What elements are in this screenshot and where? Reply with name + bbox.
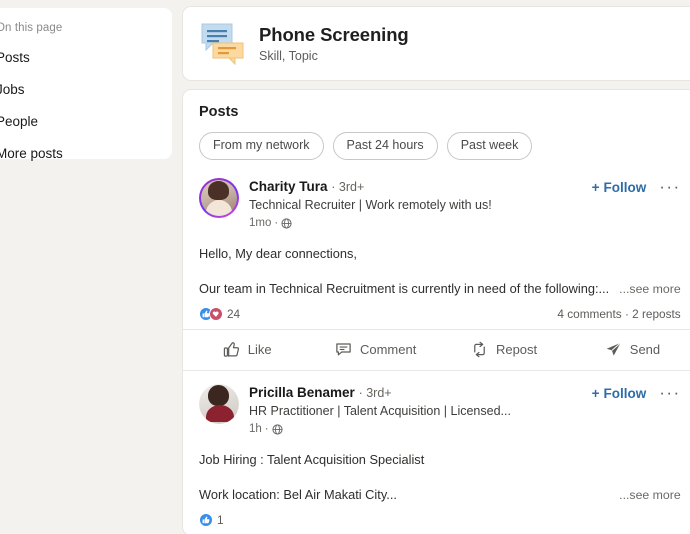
reactions-summary[interactable]: 1 [199, 513, 224, 527]
entity-header-card: Phone Screening Skill, Topic [182, 6, 690, 81]
post-action-bar: Like Comment Repost Send [183, 329, 690, 370]
globe-icon [281, 217, 292, 229]
post-body-line-1: Job Hiring : Talent Acquisition Speciali… [199, 452, 425, 467]
author-name[interactable]: Charity Tura [249, 179, 328, 194]
follow-button[interactable]: + Follow [592, 386, 647, 402]
filter-pill-past-24-hours[interactable]: Past 24 hours [332, 132, 438, 160]
reaction-count: 1 [217, 513, 224, 527]
filter-pill-past-week[interactable]: Past week [446, 132, 533, 160]
entity-subtitle: Skill, Topic [259, 48, 318, 63]
author-line: Pricilla Benamer · 3rd+ [249, 384, 592, 402]
like-button[interactable]: Like [183, 330, 311, 370]
thumbs-up-icon [223, 341, 240, 358]
sidebar-item-people[interactable]: People [0, 114, 172, 130]
repost-button[interactable]: Repost [440, 330, 568, 370]
post-body-line-2: Work location: Bel Air Makati City... [199, 487, 397, 502]
author-headline: HR Practitioner | Talent Acquisition | L… [249, 404, 511, 418]
reactions-summary[interactable]: 24 [199, 307, 240, 321]
post-body-line-1: Hello, My dear connections, [199, 246, 357, 261]
post-timestamp-row: 1h · [249, 421, 592, 437]
sidebar-item-posts[interactable]: Posts [0, 50, 172, 66]
post-timestamp: 1h [249, 423, 262, 435]
sidebar-title: On this page [0, 22, 63, 34]
filter-pill-from-my-network[interactable]: From my network [199, 132, 324, 160]
author-name[interactable]: Pricilla Benamer [249, 385, 355, 400]
post-timestamp: 1mo [249, 217, 272, 229]
follow-button[interactable]: + Follow [592, 180, 647, 196]
post-more-options-icon[interactable]: ··· [659, 178, 680, 195]
see-more-link[interactable]: ...see more [619, 282, 681, 296]
author-line: Charity Tura · 3rd+ [249, 178, 592, 196]
sidebar-column: On this page Posts Jobs People More post… [0, 0, 178, 534]
love-reaction-icon [209, 307, 223, 321]
avatar[interactable] [199, 384, 239, 424]
plus-icon: + [591, 386, 600, 401]
post-header-actions: + Follow ··· [592, 384, 681, 402]
comment-label: Comment [359, 342, 417, 357]
send-button[interactable]: Send [568, 330, 690, 370]
post-social-counts: 1 [199, 504, 681, 534]
post-more-options-icon[interactable]: ··· [659, 384, 680, 401]
post-author-meta: Pricilla Benamer · 3rd+ HR Practitioner … [249, 384, 592, 437]
sidebar-item-more-posts[interactable]: More posts [0, 146, 172, 162]
dot-separator: · [274, 217, 279, 229]
repost-arrows-icon [471, 341, 488, 358]
posts-card: Posts From my network Past 24 hours Past… [182, 89, 690, 534]
repost-label: Repost [495, 342, 538, 357]
avatar[interactable] [199, 178, 239, 218]
entity-text: Phone Screening Skill, Topic [259, 24, 409, 63]
plus-icon: + [591, 180, 600, 195]
on-this-page-card: On this page Posts Jobs People More post… [0, 8, 172, 162]
post-author-meta: Charity Tura · 3rd+ Technical Recruiter … [249, 178, 592, 231]
send-label: Send [629, 342, 661, 357]
post-header-actions: + Follow ··· [592, 178, 681, 196]
paper-plane-icon [605, 341, 622, 358]
connection-degree: · 3rd+ [331, 180, 365, 194]
post-body-line-2: Our team in Technical Recruitment is cur… [199, 281, 610, 296]
main-column: Phone Screening Skill, Topic Posts From … [178, 0, 690, 534]
post-item: Pricilla Benamer · 3rd+ HR Practitioner … [183, 380, 690, 534]
post-body-line-2-row: Work location: Bel Air Makati City... ..… [199, 469, 681, 504]
sidebar-item-jobs[interactable]: Jobs [0, 82, 172, 98]
comment-bubble-icon [335, 341, 352, 358]
posts-section-heading: Posts [199, 104, 239, 120]
post-header: Charity Tura · 3rd+ Technical Recruiter … [199, 174, 681, 231]
post-social-counts: 24 4 comments · 2 reposts [199, 298, 681, 329]
linkedin-search-results-page: On this page Posts Jobs People More post… [0, 0, 690, 534]
author-headline: Technical Recruiter | Work remotely with… [249, 198, 492, 212]
page-title: Phone Screening [259, 23, 409, 45]
reaction-icons [199, 513, 213, 527]
chat-bubbles-icon [199, 21, 245, 65]
like-reaction-icon [199, 513, 213, 527]
comments-reposts-count[interactable]: 4 comments · 2 reposts [557, 307, 680, 321]
post-spacer [183, 371, 690, 380]
post-body-line-2-row: Our team in Technical Recruitment is cur… [199, 263, 681, 298]
post-item: Charity Tura · 3rd+ Technical Recruiter … [183, 174, 690, 329]
dot-separator: · [264, 423, 269, 435]
like-label: Like [247, 342, 272, 357]
see-more-link[interactable]: ...see more [619, 488, 681, 502]
comment-button[interactable]: Comment [311, 330, 439, 370]
reaction-icons [199, 307, 223, 321]
filter-pill-group: From my network Past 24 hours Past week [183, 120, 690, 174]
post-timestamp-row: 1mo · [249, 215, 592, 231]
follow-label: Follow [603, 386, 647, 401]
globe-icon [272, 423, 283, 435]
reaction-count: 24 [227, 307, 241, 321]
connection-degree: · 3rd+ [358, 386, 392, 400]
follow-label: Follow [603, 180, 647, 195]
post-header: Pricilla Benamer · 3rd+ HR Practitioner … [199, 380, 681, 437]
